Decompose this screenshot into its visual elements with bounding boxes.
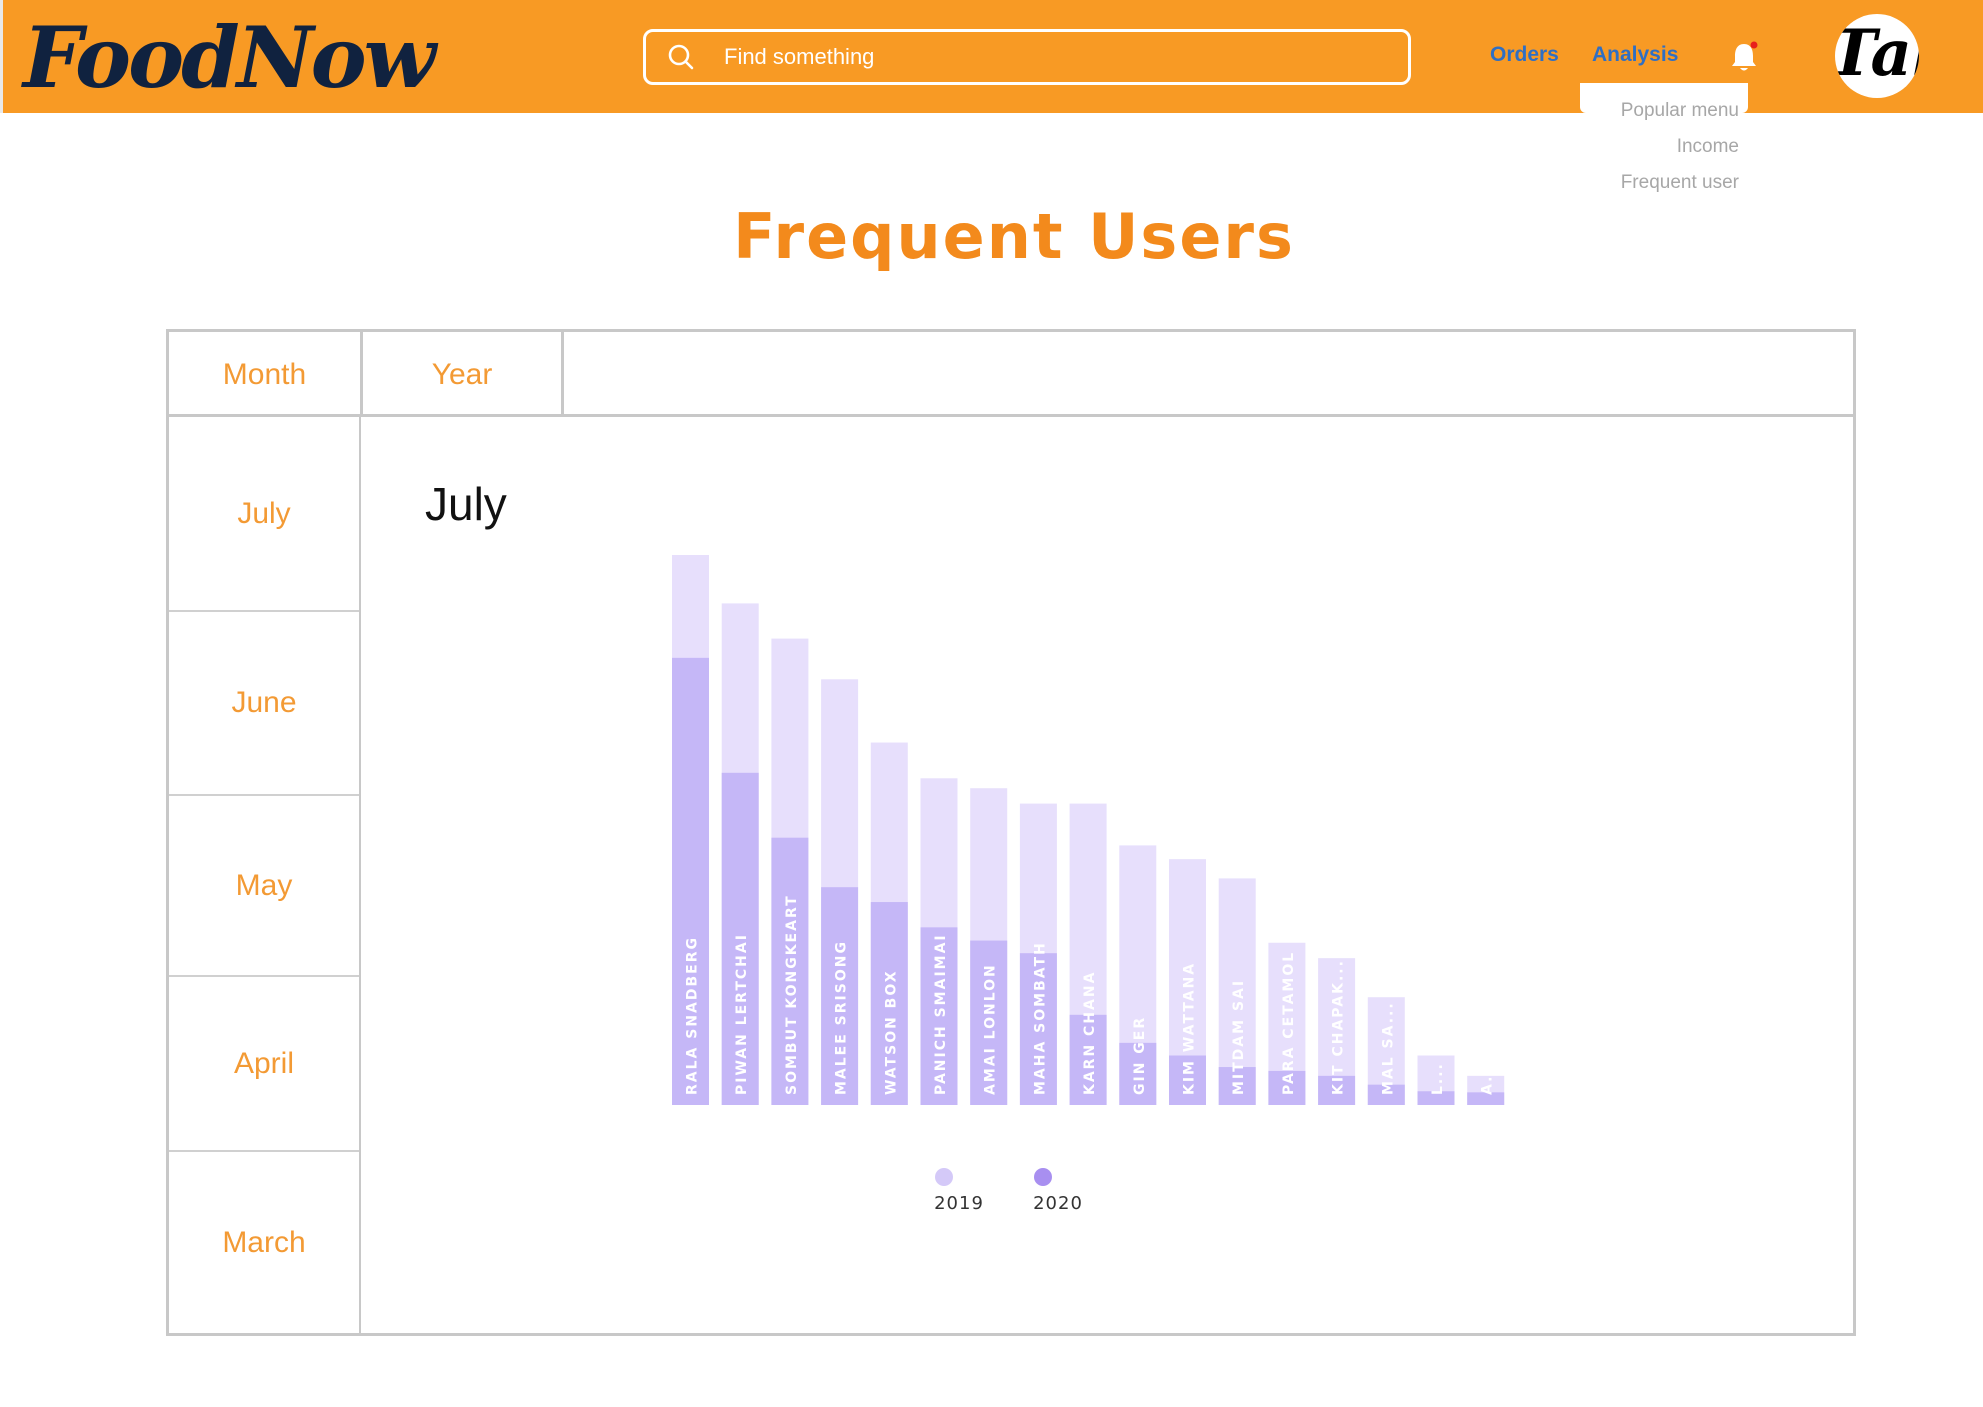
- notification-bell-icon[interactable]: [1729, 40, 1759, 74]
- bar-label: WATSON BOX: [883, 969, 899, 1095]
- search-input[interactable]: [724, 40, 1384, 74]
- legend-label: 2020: [1033, 1193, 1083, 1214]
- nav-orders-link[interactable]: Orders: [1490, 43, 1559, 67]
- menu-item-popular-menu[interactable]: Popular menu: [1621, 100, 1739, 122]
- bar-label: PIWAN LERTCHAI: [734, 933, 750, 1095]
- nav-analysis-link[interactable]: Analysis: [1592, 43, 1678, 67]
- bar-label: KARN CHANA: [1082, 971, 1098, 1095]
- legend-marker: [935, 1168, 953, 1186]
- bar-label: MAL SA...: [1380, 1001, 1396, 1095]
- bar-label: PANICH SMAIMAI: [933, 933, 949, 1095]
- menu-item-income[interactable]: Income: [1677, 136, 1739, 158]
- bar-label: RALA SNADBERG: [685, 936, 701, 1095]
- analysis-dropdown-menu: Popular menu Income Frequent user: [1580, 83, 1748, 201]
- frequent-users-bar-chart: RALA SNADBERG PIWAN LERTCHAI SOMBUT KONGKE…: [672, 555, 1505, 1214]
- report-panel: Month Year July June May April March Jul…: [166, 329, 1856, 1336]
- avatar-text: Tal: [1835, 16, 1919, 91]
- bar-label: KIT CHAPAK...: [1331, 959, 1347, 1095]
- user-avatar[interactable]: Tal: [1835, 14, 1919, 98]
- bar-label: SOMBUT KONGKEART: [784, 894, 800, 1095]
- bar-label: A...: [1480, 1060, 1496, 1095]
- search-box[interactable]: [643, 29, 1411, 85]
- bar-label: KIM WATTANA: [1182, 962, 1198, 1095]
- legend-marker: [1034, 1168, 1052, 1186]
- page-title: Frequent Users: [733, 200, 1295, 273]
- menu-item-frequent-user[interactable]: Frequent user: [1621, 172, 1739, 194]
- search-icon[interactable]: [668, 44, 694, 70]
- bar-label: MAHA SOMBATH: [1032, 941, 1048, 1095]
- bar-label: AMAI LONLON: [983, 963, 999, 1095]
- bar-label: MALEE SRISONG: [834, 940, 850, 1095]
- foodnow-logo[interactable]: FoodNow: [23, 8, 436, 108]
- bar-label: PARA CETAMOL: [1281, 951, 1297, 1095]
- legend-label: 2019: [934, 1193, 984, 1214]
- bar-label: L...: [1430, 1062, 1446, 1095]
- notification-dot: [1750, 41, 1758, 49]
- bar-label: GIN GER: [1132, 1016, 1148, 1095]
- bar-label: MITDAM SAI: [1231, 979, 1247, 1095]
